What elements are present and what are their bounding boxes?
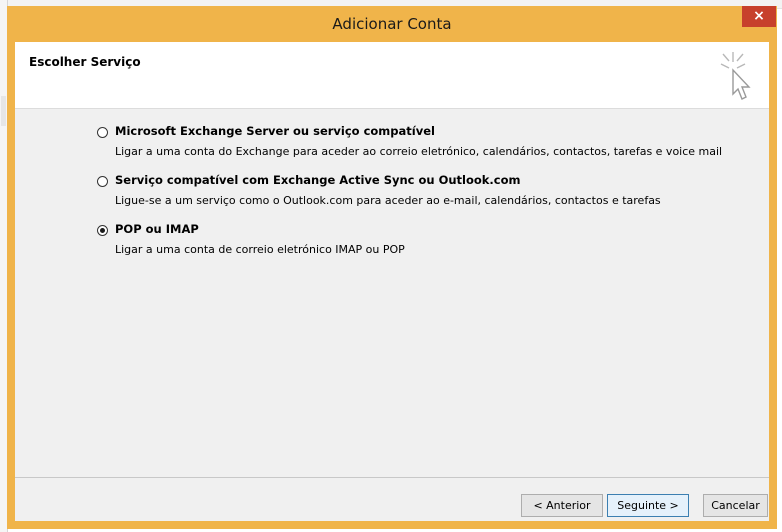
- option-pop-imap-description: Ligar a uma conta de correio eletrónico …: [115, 243, 405, 256]
- close-button[interactable]: ×: [742, 6, 776, 27]
- dialog-header: Escolher Serviço: [15, 42, 769, 109]
- radio-pop-imap[interactable]: [97, 225, 108, 236]
- option-activesync-description: Ligue-se a um serviço como o Outlook.com…: [115, 194, 661, 207]
- dialog-client-area: Escolher Serviço Microsoft Exchange Serv…: [15, 42, 769, 521]
- radio-exchange[interactable]: [97, 127, 108, 138]
- next-button[interactable]: Seguinte >: [607, 494, 689, 517]
- option-exchange-description: Ligar a uma conta do Exchange para acede…: [115, 145, 723, 158]
- cursor-sparkle-icon: [720, 52, 751, 100]
- dialog-titlebar[interactable]: Adicionar Conta ×: [7, 6, 777, 42]
- option-activesync[interactable]: Serviço compatível com Exchange Active S…: [97, 173, 737, 213]
- option-pop-imap-title[interactable]: POP ou IMAP: [115, 222, 199, 236]
- radio-activesync[interactable]: [97, 176, 108, 187]
- page-title: Escolher Serviço: [29, 55, 141, 69]
- back-button[interactable]: < Anterior: [521, 494, 603, 517]
- option-exchange-title[interactable]: Microsoft Exchange Server ou serviço com…: [115, 124, 435, 138]
- footer-divider: [15, 477, 769, 478]
- cancel-button[interactable]: Cancelar: [703, 494, 768, 517]
- option-activesync-title[interactable]: Serviço compatível com Exchange Active S…: [115, 173, 521, 187]
- option-exchange[interactable]: Microsoft Exchange Server ou serviço com…: [97, 124, 737, 164]
- option-pop-imap[interactable]: POP ou IMAP Ligar a uma conta de correio…: [97, 222, 737, 262]
- background-left-mark: [1, 96, 6, 126]
- dialog-title: Adicionar Conta: [332, 15, 452, 33]
- add-account-dialog: Adicionar Conta × Escolher Serviço Micro…: [7, 6, 777, 529]
